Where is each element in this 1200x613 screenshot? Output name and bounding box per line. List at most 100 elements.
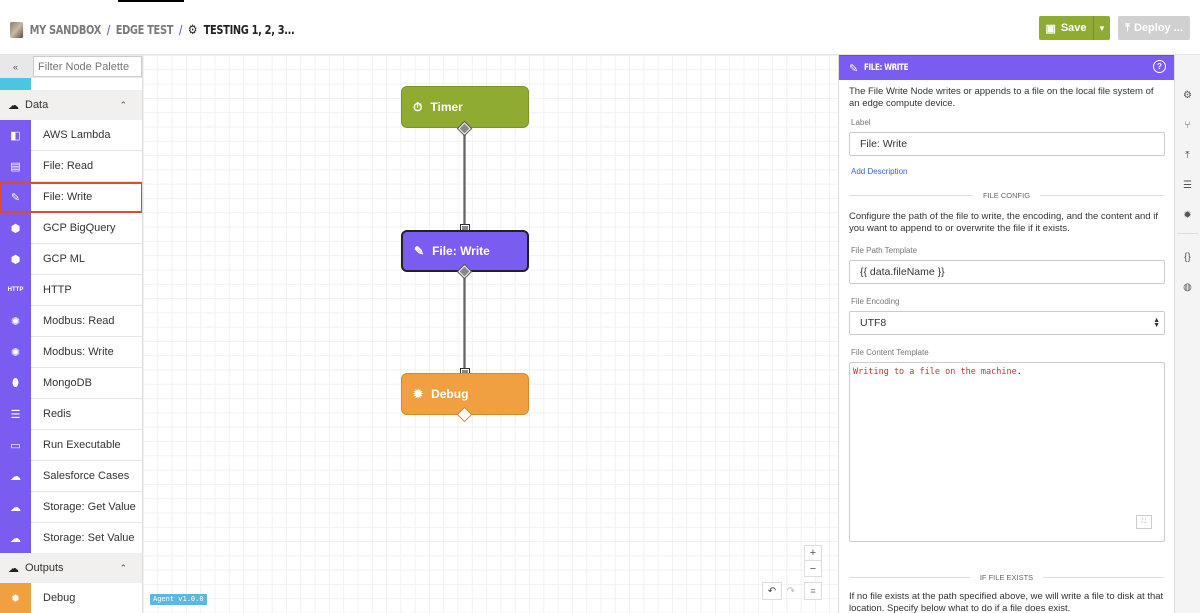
- redis-icon: ☰: [0, 398, 31, 430]
- payload-brackets-icon[interactable]: {}: [1175, 248, 1200, 266]
- bug-icon: ✹: [413, 387, 424, 401]
- palette-item-gcp-ml[interactable]: ⬢ GCP ML: [0, 243, 142, 275]
- palette-item-gcp-bigquery[interactable]: ⬢ GCP BigQuery: [0, 212, 142, 244]
- zoom-in-button[interactable]: +: [805, 546, 821, 561]
- selected-encoding: UTF8: [860, 317, 887, 329]
- undo-icon: ↶: [767, 585, 777, 597]
- palette-item-label: File: Write: [43, 191, 93, 203]
- node-label: Debug: [431, 387, 469, 401]
- save-options-dropdown[interactable]: ▼: [1093, 16, 1110, 40]
- zoom-controls: + −: [804, 545, 822, 577]
- deploy-button[interactable]: ⤒ Deploy ...: [1118, 16, 1190, 40]
- storage-database-icon[interactable]: ☰: [1175, 176, 1200, 194]
- node-palette: « ☁ Data ⌃ ◧ AWS Lambda ▤ File: Read ✎ F…: [0, 55, 143, 613]
- palette-item-label: HTTP: [43, 284, 72, 296]
- salesforce-icon: ☁: [0, 460, 31, 492]
- editor-title: FILE: WRITE: [864, 63, 909, 73]
- palette-item-label: File: Read: [43, 160, 94, 172]
- encoding-field-label: File Encoding: [851, 297, 900, 306]
- breadcrumb-edge-test[interactable]: EDGE TEST: [116, 23, 174, 37]
- palette-item-redis[interactable]: ☰ Redis: [0, 398, 142, 430]
- code-content: Writing to a file on the machine.: [853, 367, 1161, 377]
- section-heading: IF FILE EXISTS: [979, 572, 1034, 582]
- help-icon[interactable]: ?: [1153, 60, 1166, 73]
- palette-item-modbus-read[interactable]: ✺ Modbus: Read: [0, 305, 142, 337]
- palette-toolbar: «: [0, 55, 142, 78]
- version-branch-icon[interactable]: ⑂: [1175, 116, 1200, 134]
- bug-icon: ✹: [0, 582, 31, 613]
- file-path-template-input[interactable]: [849, 260, 1165, 284]
- aws-lambda-icon: ◧: [0, 119, 31, 151]
- palette-item-label: GCP BigQuery: [43, 222, 116, 234]
- breadcrumb-sandbox[interactable]: MY SANDBOX: [30, 23, 102, 37]
- palette-item-salesforce-cases[interactable]: ☁ Salesforce Cases: [0, 460, 142, 492]
- palette-item-run-executable[interactable]: ▭ Run Executable: [0, 429, 142, 461]
- breadcrumb-separator: /: [178, 23, 183, 37]
- deploy-upload-icon[interactable]: ⤒: [1175, 146, 1200, 164]
- collapse-palette-button[interactable]: «: [0, 55, 31, 78]
- palette-item-mongodb[interactable]: ⬮ MongoDB: [0, 367, 142, 399]
- section-header-data[interactable]: ☁ Data ⌃: [0, 90, 142, 120]
- if-file-exists-description: If no file exists at the path specified …: [849, 591, 1164, 613]
- breadcrumb-separator: /: [106, 23, 111, 37]
- content-field-label: File Content Template: [851, 348, 929, 357]
- canvas-menu-button[interactable]: ≡: [804, 582, 822, 600]
- file-content-template-editor[interactable]: Writing to a file on the machine. ⛶: [849, 362, 1165, 542]
- palette-item-label: Salesforce Cases: [43, 470, 130, 482]
- palette-item-aws-lambda[interactable]: ◧ AWS Lambda: [0, 119, 142, 151]
- expand-editor-button[interactable]: ⛶: [1136, 515, 1152, 529]
- palette-item-label: Run Executable: [43, 439, 121, 451]
- debug-settings-icon[interactable]: ✹: [1175, 206, 1200, 224]
- palette-item-label: Modbus: Read: [43, 315, 115, 327]
- tab-indicator: [118, 0, 184, 2]
- palette-item-file-read[interactable]: ▤ File: Read: [0, 150, 142, 182]
- node-description: The File Write Node writes or appends to…: [849, 86, 1154, 109]
- filter-node-palette-input[interactable]: [33, 56, 142, 77]
- palette-item-partial[interactable]: [0, 78, 142, 90]
- redo-button[interactable]: ↷: [782, 582, 800, 600]
- avatar[interactable]: [10, 22, 24, 38]
- connection-wire[interactable]: [463, 273, 466, 373]
- section-title: Outputs: [25, 562, 64, 574]
- settings-gear-icon[interactable]: ⚙: [1175, 86, 1200, 104]
- path-field-label: File Path Template: [851, 246, 918, 255]
- terminal-icon: ▭: [0, 429, 31, 461]
- gcp-ml-icon: ⬢: [0, 243, 31, 275]
- palette-item-modbus-write[interactable]: ✺ Modbus: Write: [0, 336, 142, 368]
- undo-button[interactable]: ↶: [762, 582, 782, 600]
- code-string: Writing to a file on the machine: [853, 367, 1017, 377]
- cloud-icon: ☁: [8, 99, 19, 112]
- palette-item-label: Storage: Get Value: [43, 501, 136, 513]
- save-button[interactable]: ▣ Save: [1039, 16, 1093, 40]
- cloud-storage-icon: ☁: [0, 522, 31, 554]
- select-arrows-icon: ▲ ▼: [1153, 317, 1160, 329]
- section-title: Data: [25, 99, 49, 111]
- modbus-icon: ✺: [0, 336, 31, 368]
- modbus-icon: ✺: [0, 305, 31, 337]
- label-input[interactable]: [849, 132, 1165, 156]
- globe-icon[interactable]: ◍: [1175, 278, 1200, 296]
- menu-icon: ≡: [810, 586, 816, 596]
- palette-item-storage-get-value[interactable]: ☁ Storage: Get Value: [0, 491, 142, 523]
- palette-item-debug[interactable]: ✹ Debug: [0, 582, 142, 613]
- top-strip: [0, 0, 1200, 3]
- stopwatch-icon: ⏱: [413, 99, 423, 114]
- connection-wire[interactable]: [463, 130, 466, 230]
- node-editor-panel: ✎ FILE: WRITE ? The File Write Node writ…: [838, 55, 1175, 613]
- workflow-title: TESTING 1, 2, 3...: [203, 23, 295, 37]
- palette-item-file-write[interactable]: ✎ File: Write: [0, 181, 142, 213]
- editor-header: ✎ FILE: WRITE ?: [839, 55, 1174, 80]
- mongodb-leaf-icon: ⬮: [0, 367, 31, 399]
- file-write-icon: ✎: [0, 181, 31, 213]
- file-config-divider: FILE CONFIG: [849, 189, 1164, 201]
- palette-item-storage-set-value[interactable]: ☁ Storage: Set Value: [0, 522, 142, 554]
- node-label: File: Write: [432, 244, 490, 258]
- zoom-out-button[interactable]: −: [805, 561, 821, 576]
- palette-item-http[interactable]: HTTP HTTP: [0, 274, 142, 306]
- palette-item-label: Debug: [43, 592, 76, 604]
- workflow-canvas[interactable]: ⏱ Timer ✎ File: Write ✹ Debug + − ↶ ↷ ≡ …: [143, 55, 838, 613]
- section-header-outputs[interactable]: ☁ Outputs ⌃: [0, 553, 142, 583]
- file-encoding-select[interactable]: UTF8 ▲ ▼: [849, 311, 1165, 335]
- palette-item-label: AWS Lambda: [43, 129, 111, 141]
- add-description-link[interactable]: Add Description: [851, 167, 1164, 176]
